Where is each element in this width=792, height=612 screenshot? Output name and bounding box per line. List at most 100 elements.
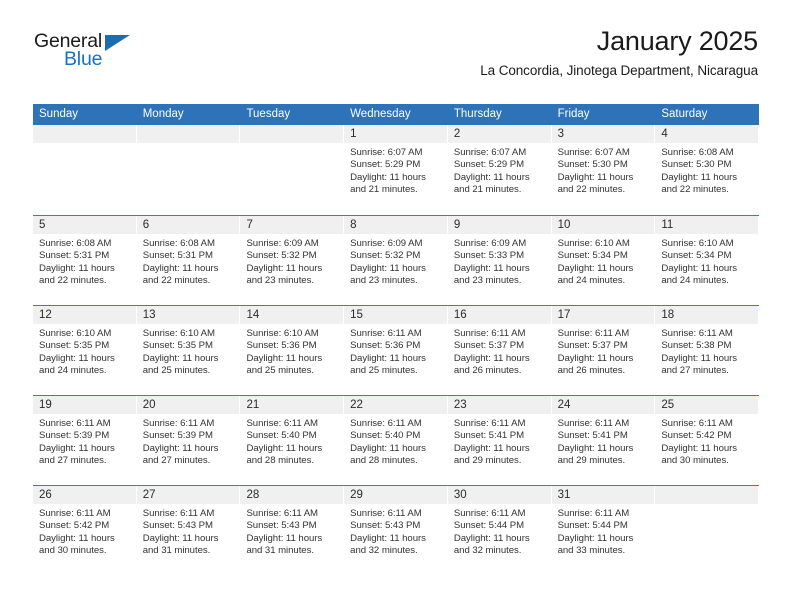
sunset-text: Sunset: 5:36 PM [350,340,421,352]
general-blue-logo[interactable]: General Blue [34,31,174,76]
daylight-text-line1: Daylight: 11 hours [453,442,530,454]
daylight-text-line2: and 24 minutes. [661,274,729,286]
sunrise-text: Sunrise: 6:08 AM [661,147,734,158]
calendar-day-cell[interactable]: 28 Sunrise: 6:11 AM Sunset: 5:43 PM Dayligh… [240,486,345,575]
calendar-day-cell[interactable]: 2 Sunrise: 6:07 AM Sunset: 5:29 PM Daylight… [447,125,552,215]
calendar-day-cell-empty [655,486,760,575]
calendar-day-cell[interactable]: 15 Sunrise: 6:11 AM Sunset: 5:36 PM Dayligh… [344,306,448,395]
calendar-grid: Sunday Monday Tuesday Wednesday Thursday Frid… [33,104,760,575]
day-number-band: 17 [551,306,656,324]
calendar-day-cell[interactable]: 3 Sunrise: 6:07 AM Sunset: 5:30 PM Daylight… [551,125,656,215]
sunrise-text: Sunrise: 6:11 AM [557,328,630,339]
daylight-text-line1: Daylight: 11 hours [246,262,323,274]
day-number-band: 26 [33,486,137,504]
daylight-text-line1: Daylight: 11 hours [557,171,634,183]
calendar-day-cell[interactable]: 20 Sunrise: 6:11 AM Sunset: 5:39 PM Dayligh… [136,396,241,485]
day-number: 6 [142,219,150,231]
page-header: General Blue January 2025 La Concordia, … [0,0,792,79]
day-number: 3 [557,128,564,140]
day-number-band: 21 [240,396,345,414]
calendar-day-cell[interactable]: 27 Sunrise: 6:11 AM Sunset: 5:43 PM Dayligh… [136,486,241,575]
page-subtitle: La Concordia, Jinotega Department, Nicar… [480,63,758,79]
calendar-day-cell[interactable]: 6 Sunrise: 6:08 AM Sunset: 5:31 PM Daylight… [136,216,241,305]
sunset-text: Sunset: 5:30 PM [557,159,628,171]
calendar-day-cell[interactable]: 10 Sunrise: 6:10 AM Sunset: 5:34 PM Dayligh… [551,216,656,305]
calendar-day-cell[interactable]: 11 Sunrise: 6:10 AM Sunset: 5:34 PM Dayligh… [655,216,760,305]
sunset-text: Sunset: 5:43 PM [142,520,213,532]
calendar-day-cell[interactable]: 29 Sunrise: 6:11 AM Sunset: 5:43 PM Dayligh… [344,486,448,575]
sunrise-text: Sunrise: 6:07 AM [557,147,630,158]
calendar-day-cell[interactable]: 7 Sunrise: 6:09 AM Sunset: 5:32 PM Daylight… [240,216,345,305]
calendar-day-cell[interactable]: 18 Sunrise: 6:11 AM Sunset: 5:38 PM Dayligh… [655,306,760,395]
daylight-text-line2: and 23 minutes. [350,274,418,286]
calendar-day-cell[interactable]: 22 Sunrise: 6:11 AM Sunset: 5:40 PM Dayligh… [344,396,448,485]
day-of-week-header-row: Sunday Monday Tuesday Wednesday Thursday Frid… [33,104,759,125]
sunset-text: Sunset: 5:29 PM [453,159,525,171]
day-detail-body: Sunrise: 6:11 AM Sunset: 5:41 PM Daylight:… [552,414,656,467]
sunrise-text: Sunrise: 6:10 AM [39,328,112,339]
day-of-week-header: Wednesday [350,108,411,120]
sunset-text: Sunset: 5:31 PM [142,250,213,262]
daylight-text-line1: Daylight: 11 hours [39,262,115,274]
calendar-day-cell[interactable]: 31 Sunrise: 6:11 AM Sunset: 5:44 PM Dayligh… [551,486,656,575]
day-detail-body: Sunrise: 6:10 AM Sunset: 5:34 PM Daylight:… [655,234,759,287]
daylight-text-line2: and 27 minutes. [39,454,107,466]
calendar-day-cell[interactable]: 4 Sunrise: 6:08 AM Sunset: 5:30 PM Daylight… [655,125,760,215]
calendar-day-cell[interactable]: 26 Sunrise: 6:11 AM Sunset: 5:42 PM Dayligh… [33,486,137,575]
calendar-day-cell[interactable]: 16 Sunrise: 6:11 AM Sunset: 5:37 PM Dayligh… [447,306,552,395]
daylight-text-line2: and 28 minutes. [350,454,418,466]
sunrise-text: Sunrise: 6:11 AM [39,508,111,519]
day-detail-body: Sunrise: 6:11 AM Sunset: 5:43 PM Daylight:… [344,504,448,557]
daylight-text-line1: Daylight: 11 hours [350,442,426,454]
calendar-day-cell[interactable]: 25 Sunrise: 6:11 AM Sunset: 5:42 PM Dayligh… [655,396,760,485]
sunrise-text: Sunrise: 6:11 AM [557,508,630,519]
day-number: 30 [453,489,467,501]
daylight-text-line2: and 25 minutes. [142,364,211,376]
day-detail-body: Sunrise: 6:10 AM Sunset: 5:35 PM Daylight:… [137,324,241,377]
day-number: 28 [246,489,260,501]
calendar-day-cell[interactable]: 14 Sunrise: 6:10 AM Sunset: 5:36 PM Dayligh… [240,306,345,395]
day-number-band: 1 [344,125,448,143]
day-detail-body: Sunrise: 6:11 AM Sunset: 5:37 PM Daylight:… [552,324,656,377]
daylight-text-line2: and 31 minutes. [246,544,314,556]
calendar-day-cell[interactable]: 24 Sunrise: 6:11 AM Sunset: 5:41 PM Dayligh… [551,396,656,485]
day-number-band: 18 [655,306,760,324]
calendar-day-cell[interactable]: 23 Sunrise: 6:11 AM Sunset: 5:41 PM Dayligh… [447,396,552,485]
daylight-text-line2: and 27 minutes. [661,364,729,376]
day-number: 9 [453,219,461,231]
calendar-day-cell[interactable]: 9 Sunrise: 6:09 AM Sunset: 5:33 PM Daylight… [447,216,552,305]
calendar-week-row: 12 Sunrise: 6:10 AM Sunset: 5:35 PM Dayligh… [33,305,760,395]
sunrise-text: Sunrise: 6:11 AM [453,418,526,429]
day-detail-body: Sunrise: 6:11 AM Sunset: 5:37 PM Daylight:… [448,324,552,377]
day-detail-body: Sunrise: 6:11 AM Sunset: 5:44 PM Daylight:… [552,504,656,557]
day-detail-body: Sunrise: 6:11 AM Sunset: 5:39 PM Daylight:… [33,414,137,467]
calendar-day-cell[interactable]: 1 Sunrise: 6:07 AM Sunset: 5:29 PM Daylight… [344,125,448,215]
calendar-day-cell[interactable]: 17 Sunrise: 6:11 AM Sunset: 5:37 PM Dayligh… [551,306,656,395]
sunset-text: Sunset: 5:35 PM [39,340,110,352]
daylight-text-line1: Daylight: 11 hours [246,532,323,544]
day-detail-body: Sunrise: 6:10 AM Sunset: 5:35 PM Daylight:… [33,324,137,377]
day-number-band: 5 [33,216,137,234]
daylight-text-line2: and 31 minutes. [142,544,211,556]
day-number-band: 13 [136,306,241,324]
day-of-week-header: Saturday [661,108,708,120]
calendar-day-cell[interactable]: 30 Sunrise: 6:11 AM Sunset: 5:44 PM Dayligh… [447,486,552,575]
calendar-day-cell[interactable]: 8 Sunrise: 6:09 AM Sunset: 5:32 PM Daylight… [344,216,448,305]
sunset-text: Sunset: 5:43 PM [246,520,317,532]
day-number-band [33,125,137,143]
calendar-day-cell[interactable]: 12 Sunrise: 6:10 AM Sunset: 5:35 PM Dayligh… [33,306,137,395]
calendar-day-cell[interactable]: 5 Sunrise: 6:08 AM Sunset: 5:31 PM Daylight… [33,216,137,305]
calendar-day-cell[interactable]: 19 Sunrise: 6:11 AM Sunset: 5:39 PM Dayligh… [33,396,137,485]
sunrise-text: Sunrise: 6:11 AM [350,328,422,339]
day-number: 29 [350,489,363,501]
day-detail-body: Sunrise: 6:09 AM Sunset: 5:32 PM Daylight:… [344,234,448,287]
day-number-band: 6 [136,216,241,234]
sunrise-text: Sunrise: 6:09 AM [350,238,423,249]
sunset-text: Sunset: 5:33 PM [453,250,525,262]
calendar-day-cell[interactable]: 13 Sunrise: 6:10 AM Sunset: 5:35 PM Dayligh… [136,306,241,395]
sunset-text: Sunset: 5:40 PM [350,430,421,442]
sunrise-text: Sunrise: 6:11 AM [39,418,111,429]
day-number: 20 [142,399,156,411]
calendar-day-cell[interactable]: 21 Sunrise: 6:11 AM Sunset: 5:40 PM Dayligh… [240,396,345,485]
daylight-text-line1: Daylight: 11 hours [246,442,323,454]
